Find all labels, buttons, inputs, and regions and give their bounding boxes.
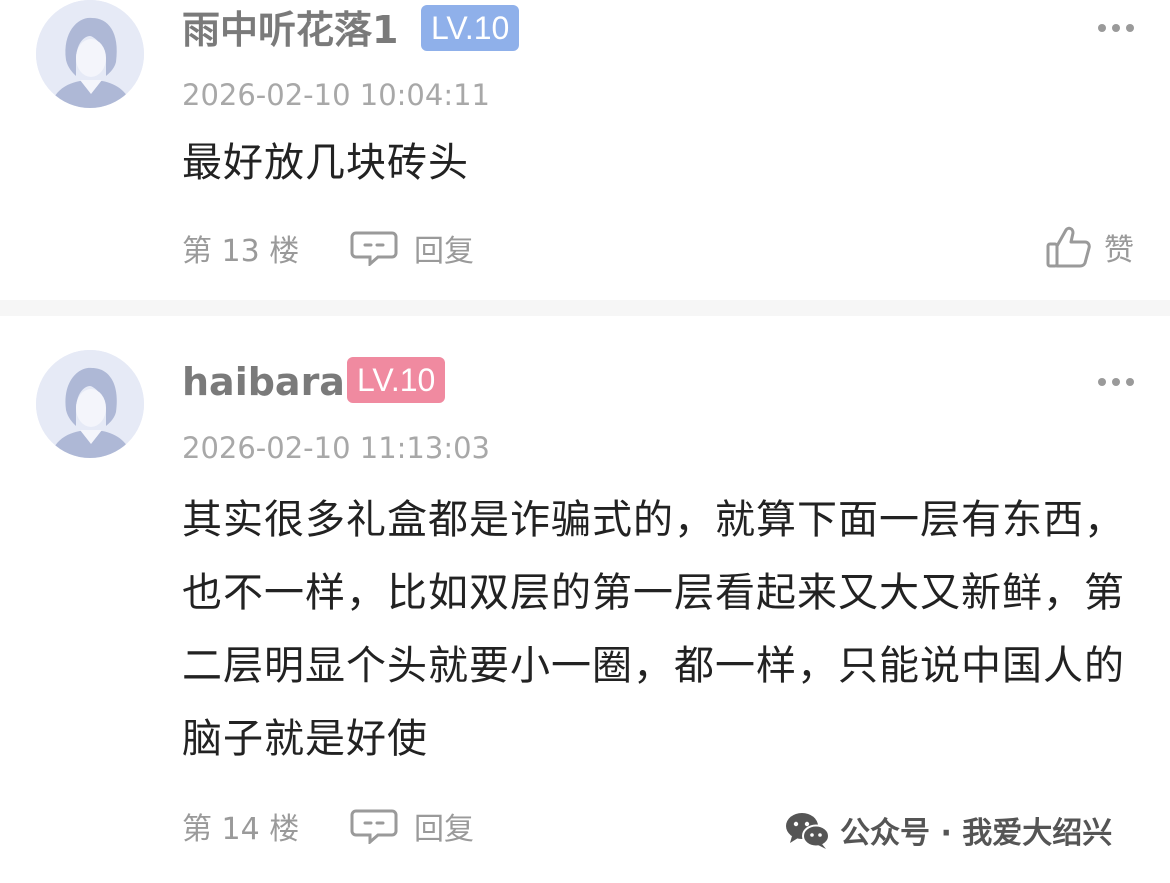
comment-footer: 第 13 楼 回复 (182, 224, 474, 272)
level-badge: LV.10 (421, 5, 520, 51)
floor-number: 第 14 楼 (182, 812, 300, 847)
comment-timestamp: 2026-02-10 11:13:03 (182, 431, 490, 465)
comment-item: 雨中听花落1 LV.10 2026-02-10 10:04:11 最好放几块砖头… (0, 0, 1170, 300)
watermark-text: 公众号 · 我爱大绍兴 (840, 816, 1113, 851)
username[interactable]: 雨中听花落1 (182, 6, 398, 54)
level-badge: LV.10 (347, 357, 446, 403)
reply-label: 回复 (414, 812, 474, 847)
comment-text: 其实很多礼盒都是诈骗式的，就算下面一层有东西，也不一样，比如双层的第一层看起来又… (182, 497, 1125, 762)
reply-button[interactable]: 回复 (350, 804, 474, 848)
avatar-figure-icon (36, 0, 144, 108)
reply-button[interactable]: 回复 (350, 226, 474, 270)
comment-separator (0, 300, 1170, 316)
thumbs-up-icon (1046, 226, 1091, 268)
more-options-button[interactable] (1098, 20, 1134, 36)
like-label: 赞 (1104, 233, 1134, 268)
comment-footer: 第 14 楼 回复 (182, 802, 474, 850)
comment-text: 最好放几块砖头 (182, 140, 469, 186)
avatar[interactable] (36, 0, 144, 108)
reply-label: 回复 (414, 234, 474, 269)
comment-item: haibara LV.10 2026-02-10 11:13:03 其实很多礼盒… (0, 316, 1170, 883)
comment-bubble-icon (350, 231, 398, 266)
comment-timestamp: 2026-02-10 10:04:11 (182, 78, 490, 112)
floor-number: 第 13 楼 (182, 234, 300, 269)
username[interactable]: haibara (182, 358, 345, 406)
more-dots-icon (1098, 378, 1106, 386)
more-dots-icon (1098, 24, 1106, 32)
wechat-icon (786, 813, 830, 849)
like-button[interactable]: 赞 (1046, 224, 1134, 270)
watermark: 公众号 · 我爱大绍兴 (784, 808, 1112, 852)
avatar-figure-icon (36, 350, 144, 458)
more-options-button[interactable] (1098, 374, 1134, 390)
avatar[interactable] (36, 350, 144, 458)
comment-bubble-icon (350, 809, 398, 844)
